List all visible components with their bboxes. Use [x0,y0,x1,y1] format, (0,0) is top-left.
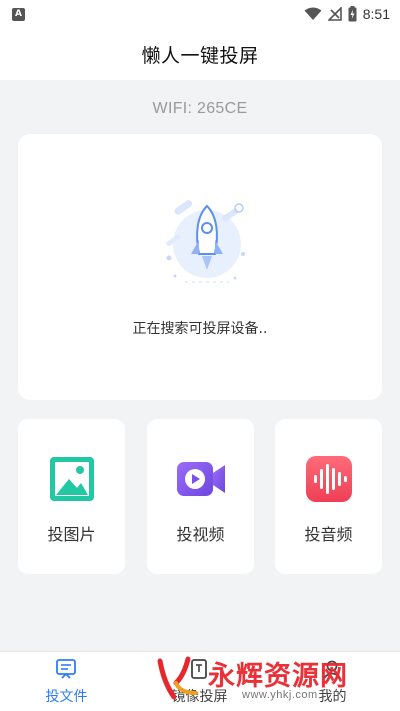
nav-label-mirror-cast: 镜像投屏 [171,689,228,705]
clock: 8:51 [362,6,390,22]
rocket-icon [166,200,245,283]
nav-label-cast-file: 投文件 [45,689,88,705]
cast-image-button[interactable]: 投图片 [18,419,125,574]
image-icon [50,457,94,501]
app-header: 懒人一键投屏 [0,28,400,80]
page-title: 懒人一键投屏 [141,44,259,67]
cast-image-label: 投图片 [47,525,96,544]
no-signal-icon [327,7,342,21]
wifi-name-label: WIFI: 265CE [152,100,248,117]
nav-label-profile: 我的 [318,689,347,705]
bottom-navigation: 投文件 镜像投屏 我的 [0,651,400,711]
status-bar: A 8:51 [0,0,400,28]
profile-icon [323,660,341,679]
cast-video-button[interactable]: 投视频 [147,419,254,574]
wifi-icon [304,7,322,20]
mirror-cast-icon [191,659,207,679]
file-cast-icon [56,659,76,679]
audio-wave-icon [306,456,352,502]
nav-item-cast-file[interactable]: 投文件 [0,652,133,711]
device-search-card: 正在搜索可投屏设备.. [18,134,382,400]
cast-video-label: 投视频 [176,525,225,544]
nav-item-profile[interactable]: 我的 [266,652,399,711]
nav-item-mirror-cast[interactable]: 镜像投屏 [133,652,266,711]
battery-charging-icon [348,6,357,22]
search-status-text: 正在搜索可投屏设备.. [132,321,268,337]
video-icon [177,462,225,496]
cast-audio-label: 投音频 [304,525,353,544]
notification-a-icon: A [12,7,25,21]
cast-audio-button[interactable]: 投音频 [275,419,382,574]
